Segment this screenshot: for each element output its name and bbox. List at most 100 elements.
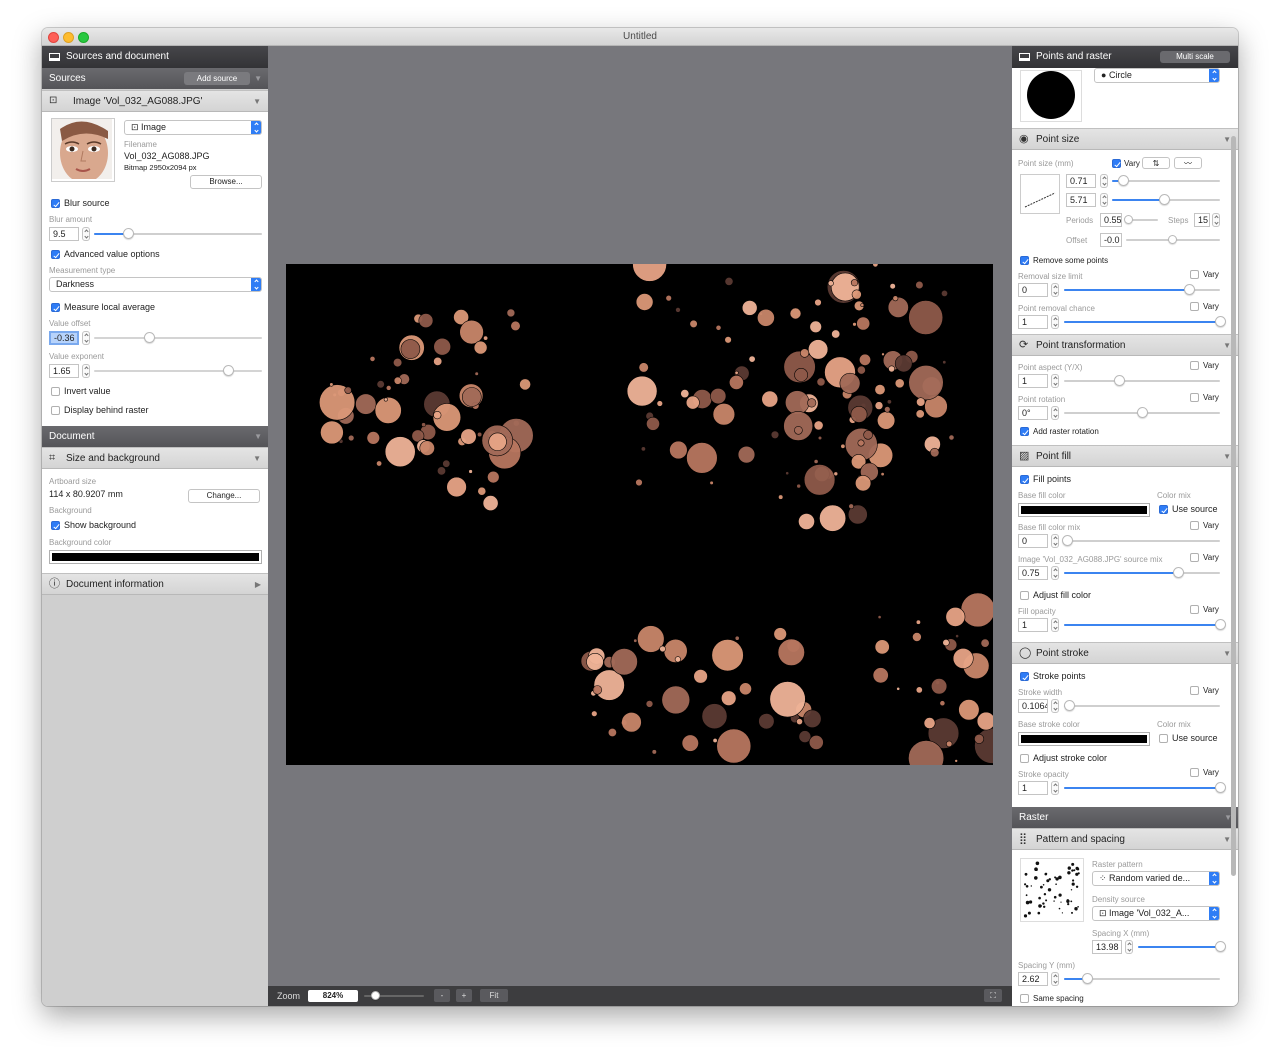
zoom-out-button[interactable]: - xyxy=(434,989,450,1002)
fill-opacity-field[interactable]: 1 xyxy=(1018,618,1048,632)
stroke-opacity-vary-checkbox[interactable] xyxy=(1190,768,1199,777)
offset-field[interactable]: -0.0 xyxy=(1100,233,1122,247)
document-information-header[interactable]: ⓘ Document information ▶ xyxy=(42,573,268,595)
image-source-header[interactable]: ⊡ Image 'Vol_032_AG088.JPG' ▼ xyxy=(42,90,268,112)
chevron-down-icon[interactable]: ▼ xyxy=(1223,341,1231,350)
measurement-type-popup[interactable]: Darkness xyxy=(49,277,262,292)
fullscreen-button[interactable]: ⛶ xyxy=(984,989,1002,1002)
chevron-down-icon[interactable]: ▼ xyxy=(1223,649,1231,658)
removal-chance-stepper[interactable] xyxy=(1051,315,1059,329)
source-type-popup[interactable]: ⊡ Image xyxy=(124,120,262,135)
periods-slider[interactable] xyxy=(1124,215,1158,224)
stroke-use-source-checkbox[interactable] xyxy=(1159,734,1168,743)
size-max-stepper[interactable] xyxy=(1100,193,1108,207)
stroke-opacity-field[interactable]: 1 xyxy=(1018,781,1048,795)
size-min-field[interactable]: 0.71 xyxy=(1066,174,1096,188)
zoom-slider[interactable] xyxy=(364,991,424,1000)
spacing-x-field[interactable]: 13.98 xyxy=(1092,940,1122,954)
pattern-preview[interactable] xyxy=(1020,858,1084,922)
size-min-slider[interactable] xyxy=(1112,175,1220,186)
value-offset-stepper[interactable] xyxy=(82,331,90,345)
spacing-y-stepper[interactable] xyxy=(1051,972,1059,986)
chevron-down-icon[interactable]: ▼ xyxy=(1223,835,1231,844)
removal-chance-slider[interactable] xyxy=(1064,316,1226,327)
chevron-right-icon[interactable]: ▶ xyxy=(255,580,261,589)
source-mix-stepper[interactable] xyxy=(1051,566,1059,580)
base-fill-color-well[interactable] xyxy=(1018,503,1150,517)
show-background-checkbox[interactable] xyxy=(51,521,60,530)
blur-source-checkbox[interactable] xyxy=(51,199,60,208)
spacing-y-slider[interactable] xyxy=(1064,973,1220,984)
source-mix-vary-checkbox[interactable] xyxy=(1190,553,1199,562)
point-transformation-header[interactable]: ⟳ Point transformation ▼ xyxy=(1012,334,1238,356)
raster-bar[interactable]: Raster ▼ xyxy=(1012,807,1238,828)
value-exponent-field[interactable]: 1.65 xyxy=(49,364,79,378)
removal-chance-field[interactable]: 1 xyxy=(1018,315,1048,329)
value-exponent-slider[interactable] xyxy=(94,365,262,376)
periods-field[interactable]: 0.55 xyxy=(1100,213,1122,227)
stroke-opacity-slider[interactable] xyxy=(1064,782,1226,793)
blur-amount-stepper[interactable] xyxy=(82,227,90,241)
chevron-down-icon[interactable]: ▼ xyxy=(1223,452,1231,461)
change-size-button[interactable]: Change... xyxy=(188,489,260,503)
chevron-down-icon[interactable]: ▼ xyxy=(1223,135,1231,144)
chevron-down-icon[interactable]: ▼ xyxy=(254,432,262,441)
stroke-width-stepper[interactable] xyxy=(1051,699,1059,713)
right-panel-scrollbar[interactable] xyxy=(1231,136,1236,876)
base-stroke-color-well[interactable] xyxy=(1018,732,1150,746)
fill-points-checkbox[interactable] xyxy=(1020,475,1029,484)
value-exponent-stepper[interactable] xyxy=(82,364,90,378)
chevron-down-icon[interactable]: ▼ xyxy=(253,97,261,106)
shape-popup[interactable]: ● Circle xyxy=(1094,68,1220,83)
zoom-in-button[interactable]: + xyxy=(456,989,472,1002)
base-fill-mix-stepper[interactable] xyxy=(1051,534,1059,548)
fill-opacity-slider[interactable] xyxy=(1064,619,1226,630)
zoom-fit-button[interactable]: Fit xyxy=(480,989,508,1002)
stroke-width-slider[interactable] xyxy=(1063,700,1220,711)
size-max-field[interactable]: 5.71 xyxy=(1066,193,1096,207)
value-offset-slider[interactable] xyxy=(94,332,262,343)
display-behind-checkbox[interactable] xyxy=(51,406,60,415)
base-fill-mix-field[interactable]: 0 xyxy=(1018,534,1048,548)
raster-pattern-popup[interactable]: ⁘ Random varied de... xyxy=(1092,871,1220,886)
curve-mode-button[interactable]: ⇅ xyxy=(1142,157,1170,169)
rotation-field[interactable]: 0° xyxy=(1018,406,1048,420)
point-size-vary-checkbox[interactable] xyxy=(1112,159,1121,168)
sources-bar[interactable]: Sources Add source ▼ xyxy=(42,68,268,89)
collapse-icon[interactable]: ▼ xyxy=(254,74,262,83)
advanced-options-checkbox[interactable] xyxy=(51,250,60,259)
point-stroke-header[interactable]: ◯ Point stroke ▼ xyxy=(1012,642,1238,664)
removal-limit-stepper[interactable] xyxy=(1051,283,1059,297)
browse-button[interactable]: Browse... xyxy=(190,175,262,189)
fill-opacity-stepper[interactable] xyxy=(1051,618,1059,632)
aspect-stepper[interactable] xyxy=(1051,374,1059,388)
rotation-stepper[interactable] xyxy=(1051,406,1059,420)
multi-scale-button[interactable]: Multi scale xyxy=(1160,51,1230,63)
adjust-stroke-checkbox[interactable] xyxy=(1020,754,1029,763)
fill-opacity-vary-checkbox[interactable] xyxy=(1190,605,1199,614)
density-source-popup[interactable]: ⊡ Image 'Vol_032_A... xyxy=(1092,906,1220,921)
blur-amount-field[interactable]: 9.5 xyxy=(49,227,79,241)
stroke-points-checkbox[interactable] xyxy=(1020,672,1029,681)
base-fill-mix-vary-checkbox[interactable] xyxy=(1190,521,1199,530)
artboard[interactable] xyxy=(286,247,1011,777)
fill-use-source-checkbox[interactable] xyxy=(1159,505,1168,514)
aspect-slider[interactable] xyxy=(1064,375,1220,386)
zoom-value-field[interactable]: 824% xyxy=(308,990,358,1002)
stroke-width-field[interactable]: 0.1064 xyxy=(1018,699,1048,713)
adjust-fill-checkbox[interactable] xyxy=(1020,591,1029,600)
removal-chance-vary-checkbox[interactable] xyxy=(1190,302,1199,311)
aspect-vary-checkbox[interactable] xyxy=(1190,361,1199,370)
base-fill-mix-slider[interactable] xyxy=(1062,535,1220,546)
stroke-opacity-stepper[interactable] xyxy=(1051,781,1059,795)
point-size-header[interactable]: ◉ Point size ▼ xyxy=(1012,128,1238,150)
rotation-slider[interactable] xyxy=(1064,407,1220,418)
size-background-header[interactable]: ⌗ Size and background ▼ xyxy=(42,447,268,469)
remove-points-checkbox[interactable] xyxy=(1020,256,1029,265)
size-curve-preview[interactable] xyxy=(1020,174,1060,214)
source-thumbnail[interactable] xyxy=(51,118,115,183)
aspect-field[interactable]: 1 xyxy=(1018,374,1048,388)
same-spacing-checkbox[interactable] xyxy=(1020,994,1029,1003)
measure-local-checkbox[interactable] xyxy=(51,303,60,312)
source-mix-slider[interactable] xyxy=(1064,567,1220,578)
